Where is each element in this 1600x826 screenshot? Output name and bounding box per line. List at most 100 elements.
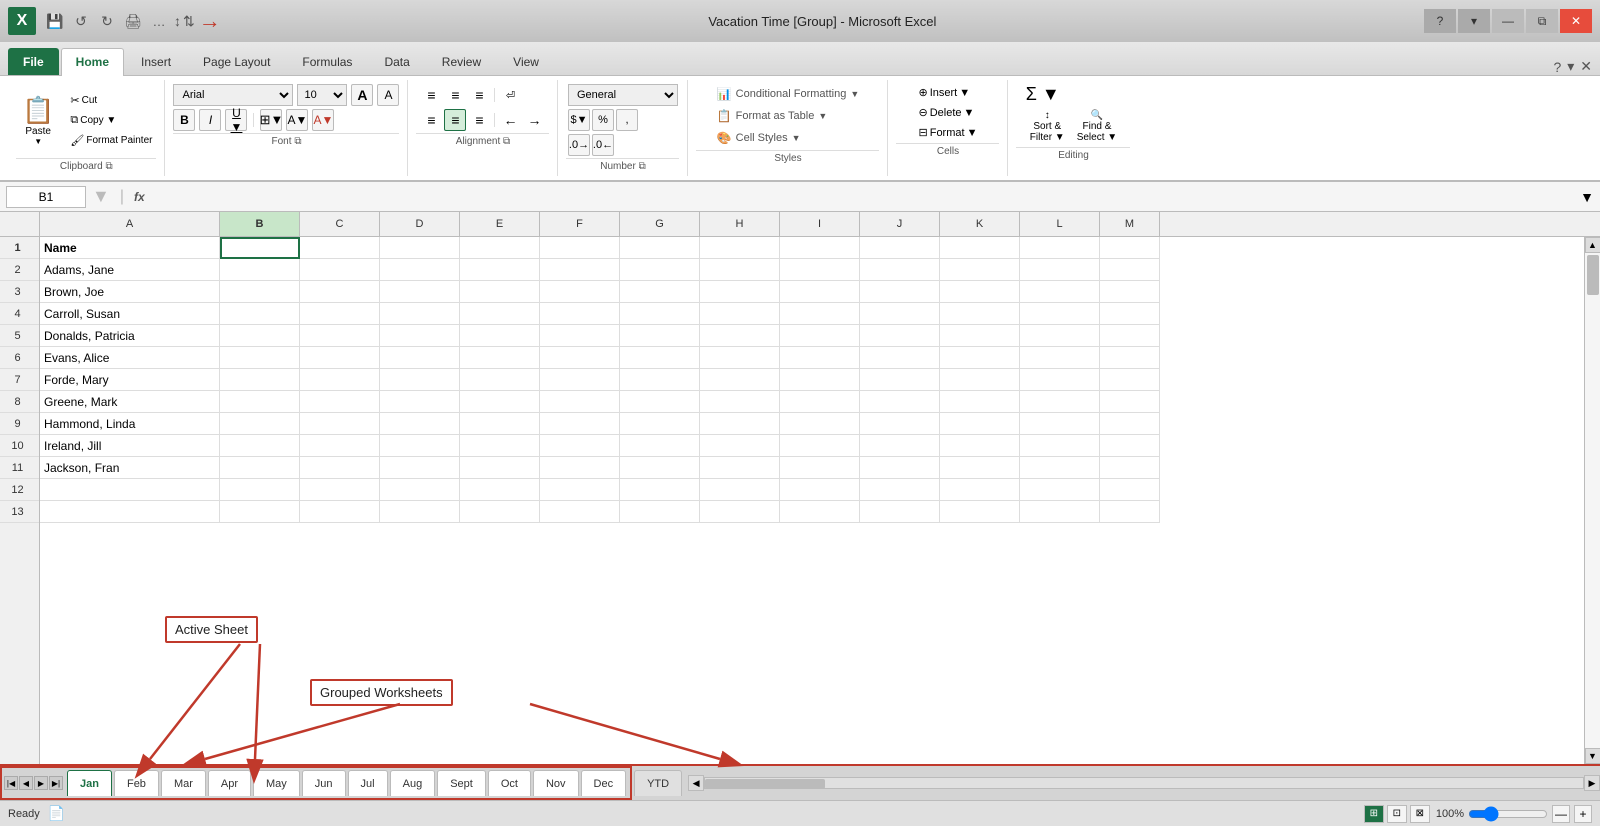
col-header-d[interactable]: D [380,212,460,236]
cell-k8[interactable] [940,391,1020,413]
row-num-11[interactable]: 11 [0,457,39,479]
row-num-7[interactable]: 7 [0,369,39,391]
cell-m2[interactable] [1100,259,1160,281]
undo-btn[interactable]: ↺ [70,10,92,32]
cell-a5[interactable]: Donalds, Patricia [40,325,220,347]
cell-i8[interactable] [780,391,860,413]
cell-d12[interactable] [380,479,460,501]
cell-h9[interactable] [700,413,780,435]
cell-f2[interactable] [540,259,620,281]
page-break-view-btn[interactable]: ⊠ [1410,805,1430,823]
close-btn[interactable]: ✕ [1560,9,1592,33]
cell-l6[interactable] [1020,347,1100,369]
tab-prev-btn[interactable]: ◀ [19,776,33,790]
sort-filter-btn[interactable]: ↕ Sort & Filter ▼ [1026,108,1069,145]
cell-g4[interactable] [620,303,700,325]
tab-first-btn[interactable]: |◀ [4,776,18,790]
cell-e13[interactable] [460,501,540,523]
dec-decrease-btn[interactable]: .0← [592,134,614,156]
cell-c5[interactable] [300,325,380,347]
cell-l12[interactable] [1020,479,1100,501]
sheet-tab-may[interactable]: May [253,770,300,796]
comma-btn[interactable]: , [616,109,638,131]
cell-i9[interactable] [780,413,860,435]
restore-btn[interactable]: ⧉ [1526,9,1558,33]
sheet-tab-apr[interactable]: Apr [208,770,251,796]
cell-m10[interactable] [1100,435,1160,457]
cell-g7[interactable] [620,369,700,391]
formula-input[interactable] [155,186,1570,208]
sheet-tab-sept[interactable]: Sept [437,770,486,796]
hscroll-right-btn[interactable]: ▶ [1584,775,1600,791]
cell-l7[interactable] [1020,369,1100,391]
cell-j8[interactable] [860,391,940,413]
cell-d10[interactable] [380,435,460,457]
cell-d2[interactable] [380,259,460,281]
cell-j11[interactable] [860,457,940,479]
cell-e12[interactable] [460,479,540,501]
page-layout-view-btn[interactable]: ⊡ [1387,805,1407,823]
cell-a2[interactable]: Adams, Jane [40,259,220,281]
dec-increase-btn[interactable]: .0→ [568,134,590,156]
cell-l9[interactable] [1020,413,1100,435]
sort-za-icon[interactable]: ⇅ [183,13,195,30]
cell-a9[interactable]: Hammond, Linda [40,413,220,435]
cell-i7[interactable] [780,369,860,391]
cell-i2[interactable] [780,259,860,281]
sheet-tab-oct[interactable]: Oct [488,770,531,796]
col-header-c[interactable]: C [300,212,380,236]
cell-f8[interactable] [540,391,620,413]
col-header-f[interactable]: F [540,212,620,236]
cell-f5[interactable] [540,325,620,347]
align-top-btn[interactable]: ≡ [420,84,442,106]
bold-btn[interactable]: B [173,109,195,131]
cell-e11[interactable] [460,457,540,479]
font-color-btn[interactable]: A▼ [312,109,334,131]
cell-g6[interactable] [620,347,700,369]
font-name-select[interactable]: Arial [173,84,293,106]
cell-d6[interactable] [380,347,460,369]
delete-cells-btn[interactable]: ⊖ Delete ▼ [914,104,983,121]
copy-btn[interactable]: ⧉ Copy ▼ [66,112,156,129]
cell-h7[interactable] [700,369,780,391]
cell-k11[interactable] [940,457,1020,479]
cell-h10[interactable] [700,435,780,457]
cell-d11[interactable] [380,457,460,479]
cell-c2[interactable] [300,259,380,281]
cell-d8[interactable] [380,391,460,413]
zoom-out-btn[interactable]: — [1552,805,1570,823]
cell-k7[interactable] [940,369,1020,391]
tab-review[interactable]: Review [427,48,496,75]
corner-cell[interactable] [0,212,40,236]
cell-j10[interactable] [860,435,940,457]
row-num-2[interactable]: 2 [0,259,39,281]
scroll-thumb[interactable] [1587,255,1599,295]
cell-b9[interactable] [220,413,300,435]
col-header-j[interactable]: J [860,212,940,236]
cell-d4[interactable] [380,303,460,325]
conditional-formatting-btn[interactable]: 📊 Conditional Formatting ▼ [712,84,865,104]
scroll-down-btn[interactable]: ▼ [1585,748,1600,764]
font-size-select[interactable]: 10 [297,84,347,106]
align-center-btn[interactable]: ≡ [444,109,466,131]
cell-h4[interactable] [700,303,780,325]
cell-i11[interactable] [780,457,860,479]
row-num-4[interactable]: 4 [0,303,39,325]
cell-h13[interactable] [700,501,780,523]
col-header-e[interactable]: E [460,212,540,236]
cell-c1[interactable] [300,237,380,259]
cell-e9[interactable] [460,413,540,435]
cell-m6[interactable] [1100,347,1160,369]
tab-insert[interactable]: Insert [126,48,186,75]
paste-btn[interactable]: 📋 Paste ▼ [16,91,60,150]
cell-styles-btn[interactable]: 🎨 Cell Styles ▼ [712,128,865,148]
fill-color-btn[interactable]: A▼ [286,109,308,131]
tab-last-btn[interactable]: ▶| [49,776,63,790]
italic-btn[interactable]: I [199,109,221,131]
cell-d5[interactable] [380,325,460,347]
cell-j3[interactable] [860,281,940,303]
cell-d7[interactable] [380,369,460,391]
cell-e2[interactable] [460,259,540,281]
cell-b13[interactable] [220,501,300,523]
col-header-a[interactable]: A [40,212,220,236]
